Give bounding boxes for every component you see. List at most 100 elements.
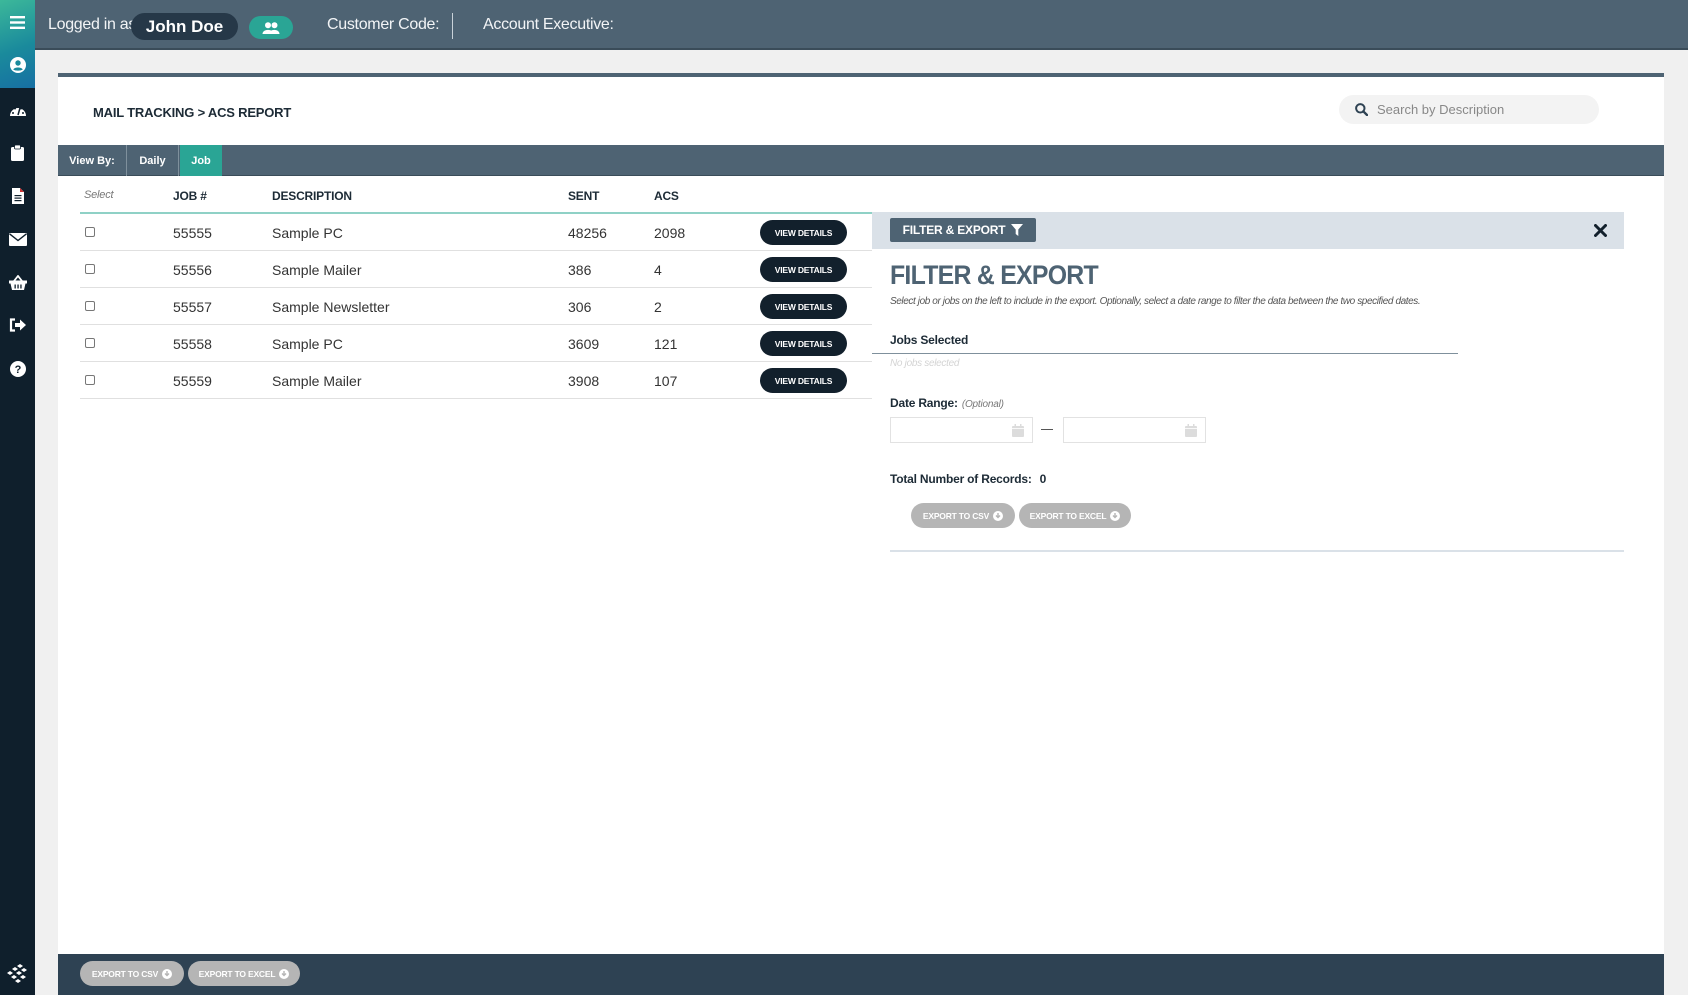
search-input[interactable] xyxy=(1377,102,1577,117)
row-select-checkbox[interactable] xyxy=(85,301,95,311)
tab-job[interactable]: Job xyxy=(180,145,222,176)
view-details-button[interactable]: VIEW DETAILS xyxy=(760,331,847,356)
export-excel-label: EXPORT TO EXCEL xyxy=(198,968,276,979)
sidebar-menu-button[interactable] xyxy=(0,4,35,40)
sent-count: 386 xyxy=(568,262,592,278)
calendar-icon[interactable] xyxy=(1012,424,1024,437)
column-header-acs[interactable]: ACS xyxy=(654,189,679,203)
switch-user-button[interactable] xyxy=(249,16,293,39)
sidebar-item-orders[interactable] xyxy=(0,135,35,171)
sidebar-item-profile[interactable] xyxy=(0,47,35,83)
user-name: John Doe xyxy=(145,16,224,36)
search-icon xyxy=(1355,103,1368,116)
total-records-label: Total Number of Records: xyxy=(890,472,1032,486)
sidebar-item-logout[interactable] xyxy=(0,307,35,343)
sidebar-item-help[interactable]: ? xyxy=(0,351,35,387)
view-details-button[interactable]: VIEW DETAILS xyxy=(760,294,847,319)
job-description: Sample Newsletter xyxy=(272,299,390,315)
menu-icon xyxy=(10,15,25,29)
date-from-field[interactable] xyxy=(890,417,1033,443)
date-range-label: Date Range: xyxy=(890,396,958,410)
close-filter-panel-button[interactable] xyxy=(1590,220,1610,240)
download-icon xyxy=(279,968,290,979)
calendar-icon[interactable] xyxy=(1185,424,1197,437)
column-header-select: Select xyxy=(84,189,114,201)
acs-count: 121 xyxy=(654,336,678,352)
dashboard-gauge-icon xyxy=(9,107,26,116)
table-row: 55557 Sample Newsletter 306 2 VIEW DETAI… xyxy=(80,288,872,325)
header-divider xyxy=(452,13,453,39)
row-select-checkbox[interactable] xyxy=(85,227,95,237)
sidebar-logo[interactable] xyxy=(0,955,35,991)
close-icon xyxy=(1593,223,1607,237)
export-csv-label: EXPORT TO CSV xyxy=(91,968,159,979)
panel-export-excel-button[interactable]: EXPORT TO EXCEL xyxy=(1019,503,1131,528)
column-header-sent[interactable]: SENT xyxy=(568,189,599,203)
filter-export-tab-label: FILTER & EXPORT xyxy=(902,223,1006,237)
help-icon: ? xyxy=(9,361,26,377)
sent-count: 48256 xyxy=(568,225,607,241)
account-executive-label: Account Executive: xyxy=(483,16,614,33)
sidebar-item-mail-tracking[interactable] xyxy=(0,221,35,257)
table-header: Select JOB # DESCRIPTION SENT ACS xyxy=(80,177,872,214)
bottom-export-excel-button[interactable]: EXPORT TO EXCEL xyxy=(188,961,300,986)
filter-funnel-icon xyxy=(1011,224,1024,236)
table-row: 55555 Sample PC 48256 2098 VIEW DETAILS xyxy=(80,214,872,251)
user-name-badge[interactable]: John Doe xyxy=(131,13,238,40)
bottom-export-csv-button[interactable]: EXPORT TO CSV xyxy=(80,961,184,986)
document-icon xyxy=(11,188,24,204)
users-icon xyxy=(262,21,280,34)
filter-export-tab[interactable]: FILTER & EXPORT xyxy=(890,218,1036,242)
jobs-selected-divider xyxy=(872,353,1458,354)
sidebar-item-documents[interactable] xyxy=(0,178,35,214)
acs-count: 2098 xyxy=(654,225,686,241)
view-by-bar: View By: Daily Job xyxy=(58,145,1664,176)
sent-count: 3609 xyxy=(568,336,600,352)
export-excel-label: EXPORT TO EXCEL xyxy=(1029,510,1107,521)
filter-panel-description: Select job or jobs on the left to includ… xyxy=(890,296,1421,307)
report-card: MAIL TRACKING > ACS REPORT View By: Dail… xyxy=(58,73,1664,995)
filter-panel-header: FILTER & EXPORT xyxy=(872,212,1624,249)
top-header: Logged in as: John Doe Customer Code: Ac… xyxy=(35,0,1688,50)
acs-count: 4 xyxy=(654,262,662,278)
date-range-optional: (Optional) xyxy=(961,399,1004,410)
sent-count: 306 xyxy=(568,299,592,315)
column-header-job[interactable]: JOB # xyxy=(173,189,207,203)
logged-in-label: Logged in as: xyxy=(48,16,141,33)
view-by-label: View By: xyxy=(58,145,127,176)
job-description: Sample Mailer xyxy=(272,262,362,278)
download-icon xyxy=(1110,510,1121,521)
basket-icon xyxy=(8,274,27,290)
job-number: 55557 xyxy=(173,299,212,315)
view-details-button[interactable]: VIEW DETAILS xyxy=(760,368,847,393)
sent-count: 3908 xyxy=(568,373,600,389)
panel-export-csv-button[interactable]: EXPORT TO CSV xyxy=(911,503,1015,528)
row-select-checkbox[interactable] xyxy=(85,338,95,348)
breadcrumb: MAIL TRACKING > ACS REPORT xyxy=(93,105,292,120)
date-range-separator xyxy=(1041,429,1053,430)
sidebar-item-dashboard[interactable] xyxy=(0,92,35,128)
job-description: Sample PC xyxy=(272,336,343,352)
acs-count: 2 xyxy=(654,299,662,315)
view-details-button[interactable]: VIEW DETAILS xyxy=(760,257,847,282)
job-description: Sample PC xyxy=(272,225,343,241)
sidebar: ? xyxy=(0,0,35,995)
row-select-checkbox[interactable] xyxy=(85,264,95,274)
date-to-field[interactable] xyxy=(1063,417,1206,443)
sidebar-item-store[interactable] xyxy=(0,264,35,300)
table-row: 55558 Sample PC 3609 121 VIEW DETAILS xyxy=(80,325,872,362)
user-circle-icon xyxy=(9,57,26,73)
job-number: 55555 xyxy=(173,225,212,241)
bottom-export-bar: EXPORT TO CSV EXPORT TO EXCEL xyxy=(58,954,1664,995)
date-range-label-row: Date Range: (Optional) xyxy=(890,396,1004,410)
jobs-table: Select JOB # DESCRIPTION SENT ACS 55555 … xyxy=(80,177,872,399)
row-select-checkbox[interactable] xyxy=(85,375,95,385)
view-details-button[interactable]: VIEW DETAILS xyxy=(760,220,847,245)
tab-daily[interactable]: Daily xyxy=(127,145,179,176)
job-number: 55559 xyxy=(173,373,212,389)
table-row: 55556 Sample Mailer 386 4 VIEW DETAILS xyxy=(80,251,872,288)
job-number: 55558 xyxy=(173,336,212,352)
jobs-selected-label: Jobs Selected xyxy=(890,333,969,347)
column-header-description[interactable]: DESCRIPTION xyxy=(272,189,352,203)
search-box[interactable] xyxy=(1339,95,1599,124)
